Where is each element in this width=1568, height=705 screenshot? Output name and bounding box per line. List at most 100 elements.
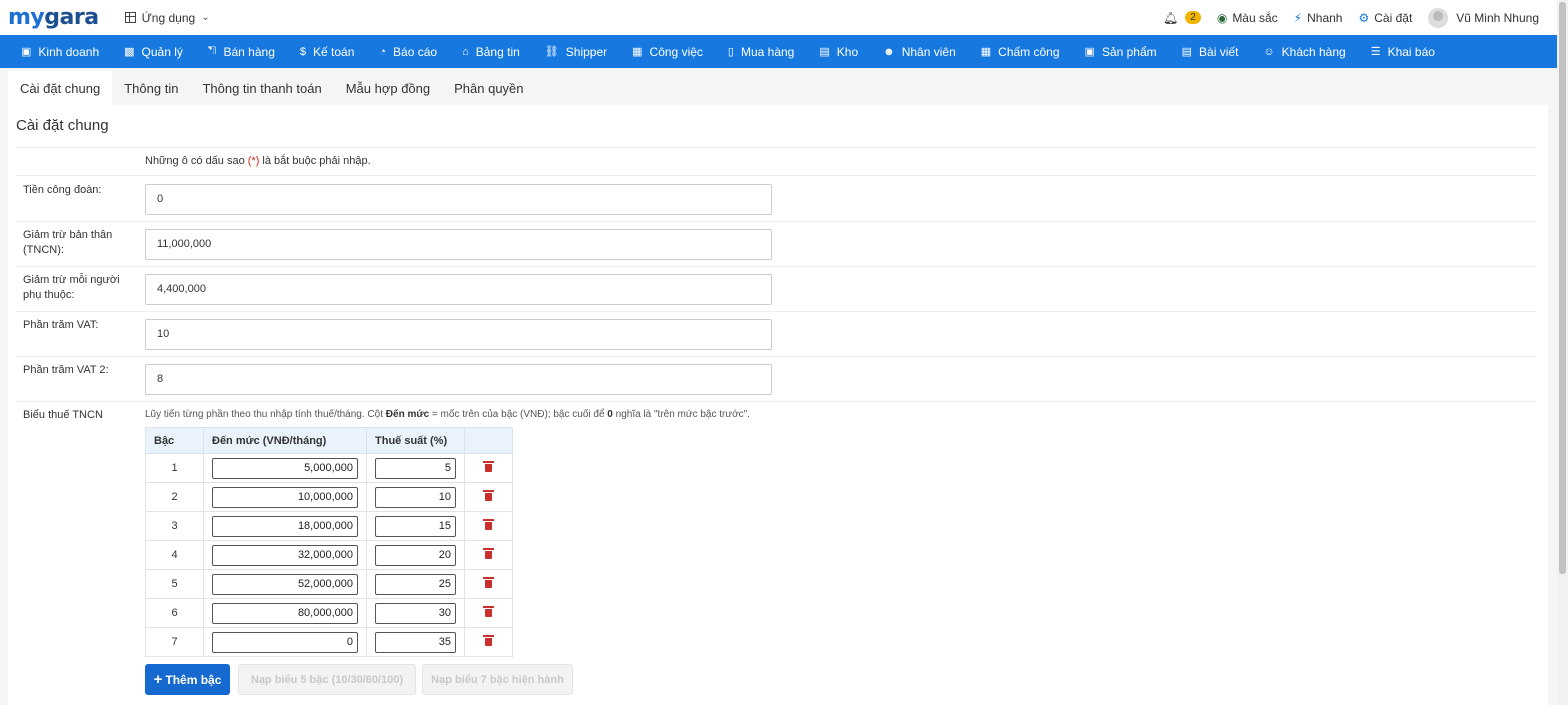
nav-item-cong-viec[interactable]: ▦ Công việc <box>632 45 703 59</box>
nav-label: Báo cáo <box>393 44 438 59</box>
nav-item-khai-bao[interactable]: ☰ Khai báo <box>1371 45 1435 59</box>
level-cell: 2 <box>145 482 204 512</box>
note-text: là bắt buộc phải nhập. <box>259 155 371 167</box>
divider <box>16 266 1536 267</box>
tab-phan-quyen[interactable]: Phân quyền <box>442 71 535 105</box>
tab-mau-hop-dong[interactable]: Mẫu hợp đồng <box>334 71 442 105</box>
scrollbar[interactable] <box>1557 0 1568 705</box>
notification-button[interactable]: 🔔︎ 2 <box>1163 11 1201 25</box>
tax-table-description: Lũy tiến từng phần theo thu nhập tính th… <box>145 409 750 420</box>
nav-item-khach-hang[interactable]: ☺ Khách hàng <box>1263 45 1345 59</box>
quick-button[interactable]: ⚡︎ Nhanh <box>1294 11 1343 25</box>
vat-percent-2-label: Phần trăm VAT 2: <box>23 364 109 376</box>
nav-item-shipper[interactable]: ⛓ Shipper <box>545 45 607 59</box>
note-text: Những ô có dấu sao <box>145 155 248 167</box>
add-level-button[interactable]: + Thêm bậc <box>145 664 230 695</box>
delete-level-button[interactable] <box>464 569 513 599</box>
nav-item-kinh-doanh[interactable]: ▣ Kinh doanh <box>21 45 99 59</box>
rate-input[interactable]: 5 <box>375 457 456 479</box>
trash-icon <box>483 490 494 501</box>
up-to-cell: 52,000,000 <box>203 569 367 599</box>
delete-level-button[interactable] <box>464 598 513 628</box>
trash-icon <box>483 635 494 646</box>
header-actions <box>464 427 513 454</box>
delete-level-button[interactable] <box>464 453 513 483</box>
nav-label: Nhân viên <box>901 44 956 59</box>
cart-icon: ⛠ <box>207 44 217 57</box>
settings-button[interactable]: ⚙︎ Cài đặt <box>1358 11 1412 25</box>
up-to-input[interactable]: 0 <box>212 631 358 653</box>
load-7-level-button[interactable]: Nạp biểu 7 bậc hiện hành <box>422 664 573 695</box>
apps-menu[interactable]: Ứng dụng ⌄ <box>124 10 210 25</box>
nav-label: Mua hàng <box>740 44 795 59</box>
self-deduction-input[interactable]: 11,000,000 <box>145 229 772 260</box>
bell-icon: 🔔︎ <box>1163 10 1179 25</box>
dependent-deduction-input[interactable]: 4,400,000 <box>145 274 772 305</box>
vat-percent-input[interactable]: 10 <box>145 319 772 350</box>
nav-item-kho[interactable]: ▤ Kho <box>819 45 858 59</box>
nav-item-bang-tin[interactable]: ⌂ Bảng tin <box>462 45 520 59</box>
delete-level-button[interactable] <box>464 511 513 541</box>
nav-item-nhan-vien[interactable]: ☻ Nhân viên <box>883 45 956 59</box>
apps-label: Ứng dụng <box>141 10 196 25</box>
trash-icon <box>483 461 494 472</box>
desc-text: nghĩa là "trên mức bậc trước". <box>612 409 750 420</box>
level-cell: 3 <box>145 511 204 541</box>
union-fee-input[interactable]: 0 <box>145 184 772 215</box>
plus-icon: + <box>153 671 163 688</box>
pie-chart-icon: ◔ <box>379 45 387 58</box>
tab-thong-tin-thanh-toan[interactable]: Thông tin thanh toán <box>190 71 333 105</box>
nav-item-san-pham[interactable]: ▣ Sản phẩm <box>1085 45 1157 59</box>
delete-level-button[interactable] <box>464 482 513 512</box>
nav-label: Kế toán <box>313 44 355 59</box>
tab-thong-tin[interactable]: Thông tin <box>112 71 190 105</box>
user-menu[interactable]: Vũ Minh Nhung <box>1428 7 1539 28</box>
nav-item-ban-hang[interactable]: ⛠ Bán hàng <box>208 45 275 59</box>
up-to-input[interactable]: 10,000,000 <box>212 486 358 508</box>
nav-item-ke-toan[interactable]: $ Kế toán <box>300 45 355 59</box>
up-to-cell: 10,000,000 <box>203 482 367 512</box>
rate-input[interactable]: 30 <box>375 602 456 624</box>
divider <box>16 147 1536 148</box>
divider <box>16 311 1536 312</box>
level-cell: 7 <box>145 627 204 657</box>
scrollbar-thumb[interactable] <box>1559 2 1566 574</box>
rate-input[interactable]: 15 <box>375 515 456 537</box>
load-5-level-button[interactable]: Nạp biểu 5 bậc (10/30/60/100) <box>238 664 416 695</box>
header-level: Bậc <box>145 427 204 454</box>
color-theme-button[interactable]: ◉ Màu sắc <box>1217 11 1278 25</box>
grid-icon <box>124 12 136 23</box>
truck-icon: ⛓ <box>544 46 559 58</box>
up-to-input[interactable]: 5,000,000 <box>212 457 358 479</box>
vat-percent-label: Phần trăm VAT: <box>23 319 99 331</box>
delete-level-button[interactable] <box>464 540 513 570</box>
rate-input[interactable]: 20 <box>375 544 456 566</box>
add-level-label: Thêm bậc <box>165 672 222 687</box>
required-star: (*) <box>247 155 260 167</box>
up-to-input[interactable]: 80,000,000 <box>212 602 358 624</box>
delete-level-button[interactable] <box>464 627 513 657</box>
rate-input[interactable]: 10 <box>375 486 456 508</box>
nav-item-bao-cao[interactable]: ◔ Báo cáo <box>379 45 437 59</box>
rate-cell: 35 <box>366 627 465 657</box>
up-to-input[interactable]: 18,000,000 <box>212 515 358 537</box>
vat-percent-2-input[interactable]: 8 <box>145 364 772 395</box>
divider <box>16 401 1536 402</box>
user-name: Vũ Minh Nhung <box>1456 10 1539 25</box>
rate-input[interactable]: 25 <box>375 573 456 595</box>
rate-input[interactable]: 35 <box>375 631 456 653</box>
up-to-cell: 0 <box>203 627 367 657</box>
smile-icon: ☺ <box>1263 45 1275 58</box>
up-to-input[interactable]: 32,000,000 <box>212 544 358 566</box>
nav-item-bai-viet[interactable]: ▤ Bài viết <box>1182 45 1239 59</box>
basket-icon: ▯ <box>727 46 734 58</box>
tab-cai-dat-chung[interactable]: Cài đặt chung <box>8 71 113 105</box>
rate-cell: 20 <box>366 540 465 570</box>
nav-item-cham-cong[interactable]: ▦ Chấm công <box>981 45 1060 59</box>
nav-item-quan-ly[interactable]: ▩ Quản lý <box>124 45 183 59</box>
header-rate: Thuế suất (%) <box>366 427 465 454</box>
nav-item-mua-hang[interactable]: ▯ Mua hàng <box>728 45 794 59</box>
divider <box>16 221 1536 222</box>
up-to-input[interactable]: 52,000,000 <box>212 573 358 595</box>
logo[interactable]: mygara <box>8 5 99 30</box>
